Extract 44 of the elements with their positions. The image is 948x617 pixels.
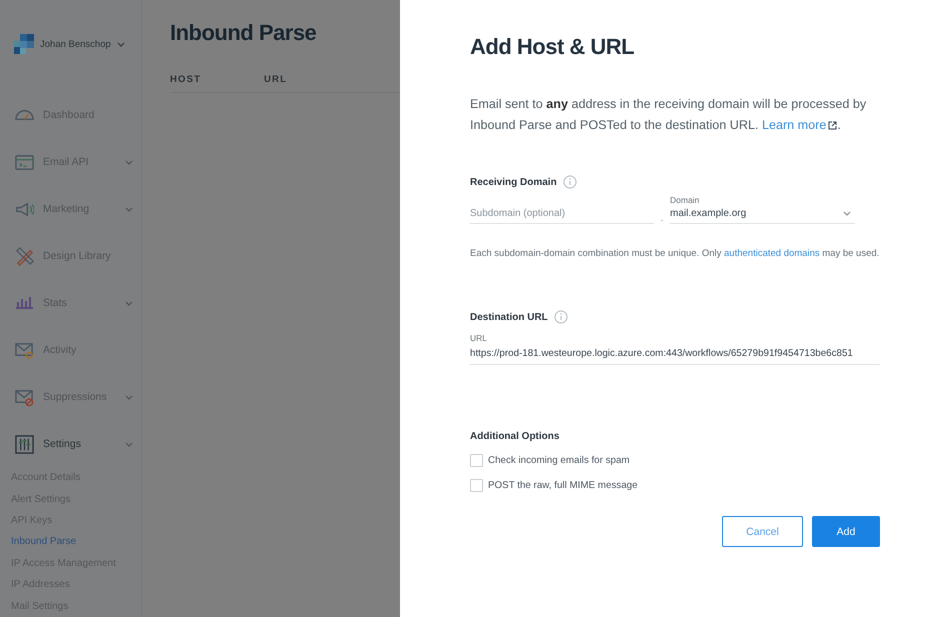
dialog-title: Add Host & URL bbox=[470, 34, 636, 60]
settings-subitem[interactable]: Inbound Parse bbox=[0, 531, 141, 553]
envelope-search-icon bbox=[15, 340, 34, 360]
info-icon bbox=[562, 175, 577, 189]
section-heading: Receiving Domain bbox=[470, 176, 557, 188]
terminal-icon bbox=[15, 152, 34, 172]
column-header: HOST bbox=[170, 74, 202, 87]
add-button[interactable]: Add bbox=[812, 516, 880, 547]
nav-item[interactable]: Settings bbox=[0, 432, 141, 456]
section-heading: Destination URL bbox=[470, 312, 548, 322]
column-header: URL bbox=[264, 74, 288, 87]
chevron-down-icon bbox=[125, 442, 133, 448]
chevron-down-icon bbox=[125, 395, 133, 400]
url-field[interactable]: https://prod-181.westeurope.logic.azure.com:443/workflows/65279b91f9454713be6c851 bbox=[470, 346, 880, 365]
chevron-down-icon bbox=[116, 42, 125, 47]
subdomain-field[interactable]: Subdomain (optional) bbox=[470, 204, 654, 224]
page-title: Inbound Parse bbox=[170, 20, 318, 46]
bar-chart-icon bbox=[15, 296, 34, 310]
chevron-down-icon bbox=[125, 160, 133, 166]
chevron-down-icon bbox=[125, 301, 133, 306]
pencil-ruler-icon bbox=[15, 246, 34, 266]
checkbox[interactable] bbox=[470, 479, 483, 492]
checkbox-label: POST the raw, full MIME message bbox=[488, 480, 638, 491]
section-heading: Additional Options bbox=[470, 431, 560, 442]
field-label: URL bbox=[470, 333, 488, 343]
checkbox[interactable] bbox=[470, 454, 483, 467]
intro-text: Email sent to any address in the receiving domain will be processed by Inbound Parse and POSTed to the destination URL. Learn more . bbox=[470, 96, 868, 134]
sliders-icon bbox=[15, 434, 34, 454]
separator-dot: . bbox=[660, 213, 664, 224]
authenticated-domains-link[interactable]: authenticated domains bbox=[724, 248, 820, 259]
account-name[interactable]: Johan Benschop bbox=[40, 38, 111, 50]
envelope-blocked-icon bbox=[15, 388, 34, 407]
field-label: Domain bbox=[670, 195, 700, 205]
external-link-icon bbox=[828, 121, 838, 130]
learn-more-link[interactable]: Learn more bbox=[762, 118, 838, 132]
info-icon bbox=[554, 310, 568, 324]
hint-text: Each subdomain-domain combination must be unique. Only authenticated domains may be used. bbox=[470, 247, 880, 261]
chevron-down-icon bbox=[843, 211, 851, 216]
chevron-down-icon bbox=[125, 207, 133, 212]
megaphone-icon bbox=[15, 200, 34, 219]
cancel-button[interactable]: Cancel bbox=[722, 516, 803, 547]
checkbox-label: Check incoming emails for spam bbox=[488, 455, 630, 466]
pixel-logo-icon bbox=[14, 34, 34, 54]
domain-dropdown[interactable]: mail.example.org bbox=[670, 205, 855, 224]
